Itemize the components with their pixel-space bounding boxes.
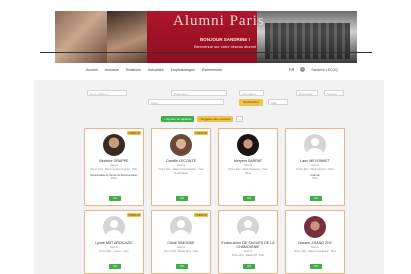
profile-name[interactable]: Lauri MEYONNET bbox=[286, 159, 344, 163]
nav-user-area: FR Sandrine LECOQ bbox=[289, 67, 338, 72]
profile-description: Promo 20xx · Master Communication · Pari… bbox=[158, 169, 204, 171]
nav-item-events[interactable]: Événements bbox=[202, 68, 222, 72]
profile-name[interactable]: Lynne MAT ARDILAZIC bbox=[85, 241, 143, 245]
profile-role: Alumni bbox=[177, 246, 185, 249]
profile-photo bbox=[170, 134, 192, 156]
banner-brand: Alumni Paris bbox=[173, 13, 265, 29]
banner-photo-students bbox=[55, 11, 107, 63]
search-button[interactable]: Rechercher bbox=[239, 99, 263, 106]
suggest-contacts-button[interactable]: Suggérer des contacts bbox=[197, 116, 234, 122]
nav-item-home[interactable]: Accueil bbox=[86, 68, 98, 72]
nav-item-news[interactable]: Actualités bbox=[148, 68, 164, 72]
avatar[interactable] bbox=[300, 67, 306, 72]
view-profile-button[interactable]: Voir bbox=[109, 196, 121, 201]
profile-card[interactable]: Oceane ZHANG ZHY Alumni Promo 20xx · Mas… bbox=[285, 210, 345, 274]
banner-photo-student bbox=[107, 11, 147, 63]
premium-badge: PREMIUM bbox=[127, 213, 141, 218]
main-nav: Accueil Annuaire Relations Actualités Em… bbox=[86, 68, 222, 72]
nav-item-jobs[interactable]: Emplois/stages bbox=[171, 68, 195, 72]
filter-ville[interactable]: Ville bbox=[268, 99, 288, 105]
nav-item-relations[interactable]: Relations bbox=[126, 68, 141, 72]
more-options-button[interactable]: ⋮ bbox=[236, 116, 244, 122]
view-profile-button[interactable]: Voir bbox=[243, 264, 255, 269]
profile-placeholder-icon bbox=[304, 134, 326, 156]
profile-card[interactable]: PREMIUM Lynne MAT ARDILAZIC Alumni Promo… bbox=[84, 210, 144, 274]
profile-role: Alumni bbox=[110, 164, 118, 167]
profile-placeholder-icon bbox=[170, 216, 192, 238]
view-profile-button[interactable]: Voir bbox=[176, 196, 188, 201]
banner-tagline: Bienvenue sur votre réseau alumni bbox=[194, 44, 256, 49]
banner-welcome: BONJOUR SANDRINE ! bbox=[199, 37, 250, 42]
profile-location: Paris bbox=[312, 177, 318, 180]
premium-badge: PREMIUM bbox=[194, 131, 208, 136]
filter-entreprise[interactable]: Entreprise bbox=[296, 90, 318, 96]
profile-placeholder-icon bbox=[103, 216, 125, 238]
profile-description: Promo 20xx · Master Marketing · Paris bbox=[228, 169, 268, 171]
profile-location: Île-de-France bbox=[174, 172, 188, 175]
profile-photo bbox=[103, 134, 125, 156]
premium-badge: PREMIUM bbox=[194, 213, 208, 218]
profile-role: Alumni bbox=[244, 250, 252, 253]
add-graduate-button[interactable]: + Ajouter un diplômé bbox=[161, 116, 195, 122]
profile-name[interactable]: Camille LECONTE bbox=[152, 159, 210, 163]
page: Alumni Paris BONJOUR SANDRINE ! Bienvenu… bbox=[0, 0, 411, 274]
profile-location: Paris bbox=[245, 172, 251, 175]
profile-role: Alumni bbox=[311, 164, 319, 167]
profile-card[interactable]: Lauri MEYONNET Alumni Promo 20xx · Maste… bbox=[285, 128, 345, 206]
profile-role: Alumni bbox=[110, 246, 118, 249]
profile-photo bbox=[237, 134, 259, 156]
language-flag-icon[interactable]: FR bbox=[289, 67, 294, 72]
filter-pays[interactable]: Pays bbox=[148, 99, 224, 105]
banner-divider bbox=[40, 52, 372, 53]
profile-description: Promo 20xx · Master RH · Paris bbox=[231, 255, 265, 257]
profile-card[interactable]: Meryem SARRAT Alumni Promo 20xx · Master… bbox=[218, 128, 278, 206]
view-profile-button[interactable]: Voir bbox=[243, 196, 255, 201]
user-name[interactable]: Sandrine LECOQ bbox=[311, 68, 337, 72]
view-profile-button[interactable]: Voir bbox=[176, 264, 188, 269]
profile-name[interactable]: Eudes-Anne DE SAGUES DE LA CHAMOIGNIE bbox=[219, 241, 277, 249]
nav-item-directory[interactable]: Annuaire bbox=[105, 68, 119, 72]
name-search-input[interactable]: Nom, Prénom bbox=[87, 90, 127, 96]
profile-description: Promo 19xx · Master Gestion de projet · … bbox=[90, 169, 138, 171]
profile-description: Promo 20xx · Master Droit · Paris bbox=[163, 251, 199, 253]
profile-card[interactable]: PREMIUM Béatrice GRAPPE Alumni Promo 19x… bbox=[84, 128, 144, 206]
profile-card[interactable]: PREMIUM Chloé SIMONDE Alumni Promo 20xx … bbox=[151, 210, 211, 274]
profile-role: Alumni bbox=[311, 246, 319, 249]
filter-promotion[interactable]: Promotion bbox=[171, 90, 227, 96]
filter-secteur[interactable]: Secteur bbox=[324, 90, 344, 96]
profile-name[interactable]: Chloé SIMONDE bbox=[152, 241, 210, 245]
profile-placeholder-icon bbox=[237, 216, 259, 238]
action-row: + Ajouter un diplômé Suggérer des contac… bbox=[161, 116, 244, 122]
view-profile-button[interactable]: Voir bbox=[109, 264, 121, 269]
profile-name[interactable]: Meryem SARRAT bbox=[219, 159, 277, 163]
view-profile-button[interactable]: Voir bbox=[310, 264, 322, 269]
profile-role: Alumni bbox=[177, 164, 185, 167]
profile-name[interactable]: Oceane ZHANG ZHY bbox=[286, 241, 344, 245]
directory-content: Nom, Prénom Promotion Formation Entrepri… bbox=[34, 80, 384, 274]
profile-role: Alumni bbox=[244, 164, 252, 167]
profile-photo bbox=[304, 216, 326, 238]
premium-badge: PREMIUM bbox=[127, 131, 141, 136]
profile-card[interactable]: PREMIUM Camille LECONTE Alumni Promo 20x… bbox=[151, 128, 211, 206]
profile-job: Analyste bbox=[310, 173, 320, 177]
view-profile-button[interactable]: Voir bbox=[310, 196, 322, 201]
profile-description: Promo 19xx · Licence · Paris bbox=[99, 251, 129, 253]
hero-banner: Alumni Paris BONJOUR SANDRINE ! Bienvenu… bbox=[55, 11, 357, 63]
profile-description: Promo 20xx · Master Finance · Paris bbox=[296, 169, 334, 171]
profile-job: Responsable de Centre de Documentation bbox=[90, 173, 138, 177]
profile-location: Paris bbox=[111, 177, 117, 180]
profile-description: Promo 20xx · Master International · Pari… bbox=[294, 251, 336, 253]
profile-name[interactable]: Béatrice GRAPPE bbox=[85, 159, 143, 163]
profile-card[interactable]: Eudes-Anne DE SAGUES DE LA CHAMOIGNIE Al… bbox=[218, 210, 278, 274]
filter-formation[interactable]: Formation bbox=[239, 90, 264, 96]
